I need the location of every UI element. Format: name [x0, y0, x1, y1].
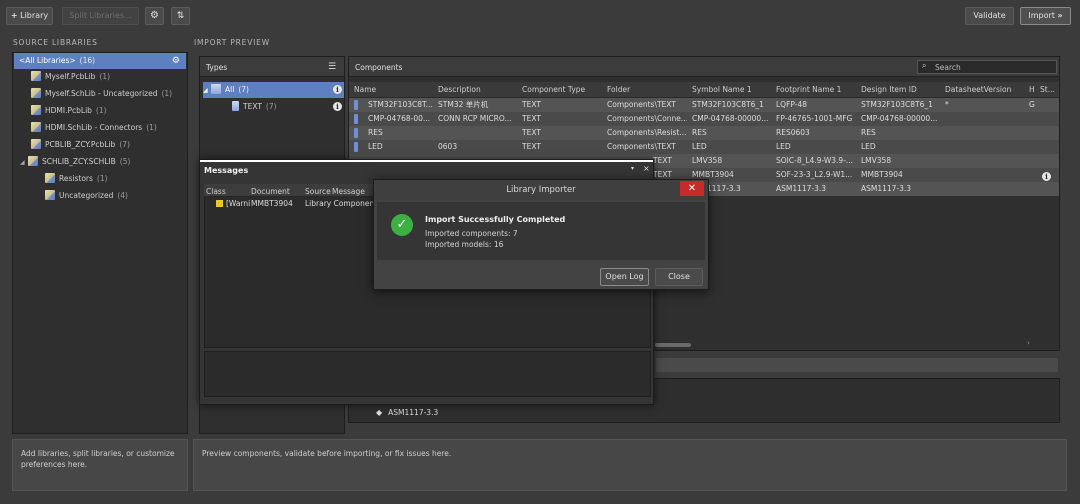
open-log-button[interactable]: Open Log — [600, 268, 649, 286]
info-icon[interactable]: i — [333, 102, 342, 111]
library-importer-dialog[interactable]: Library Importer ✕ ✓ Import Successfully… — [373, 179, 709, 290]
bottom-component-item[interactable]: ◆ ASM1117-3.3 — [376, 408, 438, 417]
schematic-library-icon — [31, 122, 41, 132]
table-row[interactable]: CMP-04768-00... CONN RCP MICRO... TEXT C… — [349, 112, 1059, 126]
plus-icon: + — [10, 11, 18, 20]
library-item-myself-schlib[interactable]: Myself.SchLib - Uncategorized (1) — [31, 86, 172, 102]
expand-triangle-icon[interactable]: ◢ — [203, 83, 211, 99]
column-design-item-id[interactable]: Design Item ID — [861, 84, 941, 96]
column-symbol-name[interactable]: Symbol Name 1 — [692, 84, 772, 96]
source-libraries-help: Add libraries, split libraries, or custo… — [12, 439, 188, 491]
column-description[interactable]: Description — [438, 84, 518, 96]
messages-column-message[interactable]: Message — [332, 187, 365, 196]
details-strip — [655, 357, 1059, 373]
column-status[interactable]: St... — [1040, 84, 1058, 96]
table-row[interactable]: LED 0603 TEXT Components\TEXT LED LED LE… — [349, 140, 1059, 154]
column-name[interactable]: Name — [354, 84, 434, 96]
messages-column-class[interactable]: Class — [206, 187, 226, 196]
library-item-all[interactable]: <All Libraries> (16) ⚙ — [14, 53, 186, 69]
info-icon[interactable]: i — [1042, 172, 1051, 181]
split-libraries-button[interactable]: Split Libraries... — [62, 7, 139, 25]
pcb-library-icon — [31, 105, 41, 115]
settings-button[interactable]: ⚙ — [145, 7, 164, 25]
schematic-library-icon — [28, 156, 38, 166]
messages-column-source[interactable]: Source — [305, 187, 331, 196]
dialog-close-button[interactable]: ✕ — [680, 181, 704, 196]
dialog-title: Library Importer — [506, 185, 576, 195]
schematic-library-icon — [31, 88, 41, 98]
library-item-pcblib-zcy[interactable]: PCBLIB_ZCY.PcbLib (7) — [31, 137, 130, 153]
library-item-myself-pcblib[interactable]: Myself.PcbLib (1) — [31, 69, 110, 85]
import-preview-title: IMPORT PREVIEW — [194, 38, 270, 47]
tree-view-toggle-icon[interactable]: ☰ — [328, 62, 336, 72]
folder-library-icon — [45, 190, 55, 200]
warning-icon — [216, 200, 223, 207]
gear-icon: ⚙ — [150, 10, 159, 21]
library-item-hdmi-pcblib[interactable]: HDMI.PcbLib (1) — [31, 103, 107, 119]
settings-icon[interactable]: ⚙ — [172, 53, 180, 69]
component-icon — [354, 142, 358, 152]
sort-button[interactable]: ⇅ — [171, 7, 190, 25]
type-icon — [232, 101, 239, 111]
close-icon: ✕ — [687, 183, 697, 194]
panel-close-icon[interactable]: × — [643, 164, 650, 173]
pcb-library-icon — [31, 71, 41, 81]
component-model-icon: ◆ — [376, 408, 383, 417]
library-item-schlib-zcy[interactable]: ◢ SCHLIB_ZCY.SCHLIB (5) — [20, 154, 130, 170]
column-footprint-name[interactable]: Footprint Name 1 — [776, 84, 858, 96]
scroll-right-icon[interactable]: › — [1027, 339, 1030, 347]
double-chevron-right-icon: » — [1057, 11, 1063, 20]
messages-title: Messages — [204, 166, 249, 175]
type-item-all[interactable]: ◢ All (7) i — [203, 82, 344, 98]
library-item-hdmi-schlib[interactable]: HDMI.SchLib - Connectors (1) — [31, 120, 157, 136]
pcb-library-icon — [31, 139, 41, 149]
table-row[interactable]: RES TEXT Components\Resist... RES RES060… — [349, 126, 1059, 140]
validate-button[interactable]: Validate — [965, 7, 1014, 25]
search-icon: ⌕ — [922, 61, 927, 70]
source-libraries-title: SOURCE LIBRARIES — [13, 38, 98, 47]
add-library-button[interactable]: + Library — [6, 7, 53, 25]
component-icon — [354, 128, 358, 138]
dialog-line-components: Imported components: 7 — [425, 229, 518, 238]
info-icon[interactable]: i — [333, 85, 342, 94]
close-button[interactable]: Close — [655, 268, 703, 286]
component-icon — [354, 100, 358, 110]
components-scrollbar[interactable]: › — [655, 339, 1035, 349]
components-title: Components — [355, 63, 403, 72]
type-item-text[interactable]: TEXT (7) i — [232, 99, 344, 115]
type-icon — [211, 84, 221, 94]
table-row[interactable]: STM32F103C8T... STM32 单片机 TEXT Component… — [349, 98, 1059, 112]
swap-arrows-icon: ⇅ — [176, 11, 185, 21]
column-datasheet-version[interactable]: DatasheetVersion — [945, 84, 1027, 96]
library-item-resistors[interactable]: Resistors (1) — [45, 171, 108, 187]
types-title: Types — [206, 63, 228, 72]
import-button[interactable]: Import » — [1020, 7, 1071, 25]
library-item-uncategorized[interactable]: Uncategorized (4) — [45, 188, 128, 204]
import-preview-help: Preview components, validate before impo… — [193, 439, 1067, 491]
messages-column-document[interactable]: Document — [251, 187, 290, 196]
panel-menu-icon[interactable]: ▾ — [631, 165, 634, 172]
search-input[interactable]: ⌕ Search — [917, 60, 1057, 74]
column-component-type[interactable]: Component Type — [522, 84, 604, 96]
dialog-heading: Import Successfully Completed — [425, 215, 566, 224]
column-folder[interactable]: Folder — [607, 84, 689, 96]
dialog-line-models: Imported models: 16 — [425, 240, 504, 249]
expand-triangle-icon[interactable]: ◢ — [20, 155, 28, 171]
folder-library-icon — [45, 173, 55, 183]
success-check-icon: ✓ — [391, 214, 413, 236]
column-h[interactable]: H — [1029, 84, 1037, 96]
component-icon — [354, 114, 358, 124]
